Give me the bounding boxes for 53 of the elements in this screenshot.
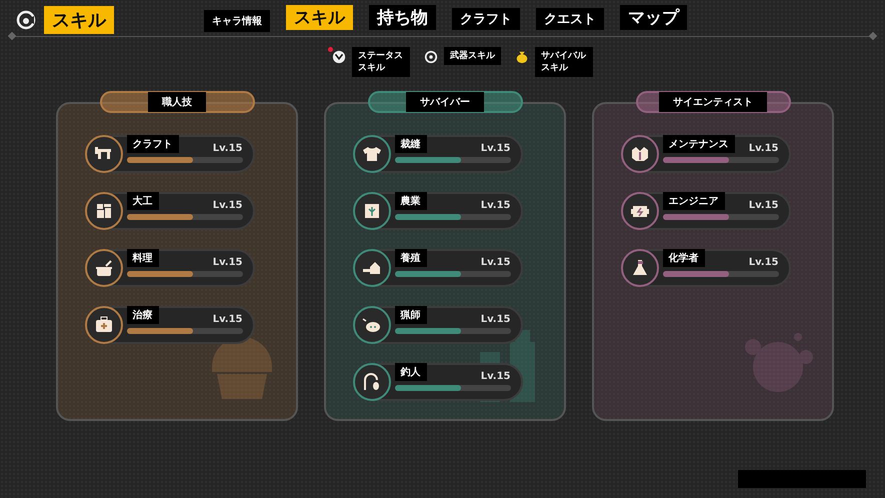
skill-level: Lv.15 [480, 371, 510, 382]
skill-badge[interactable] [84, 192, 122, 230]
skill-name: 治療 [126, 306, 158, 324]
category-title: サバイバー [406, 92, 484, 112]
skill-badge[interactable] [352, 135, 390, 174]
skill-level: Lv.15 [212, 143, 242, 154]
skill-badge[interactable] [84, 306, 122, 344]
skill-level: Lv.15 [748, 200, 778, 212]
skill-name: 裁縫 [394, 135, 426, 154]
nav-tab[interactable]: クラフト [452, 8, 520, 30]
skill-level: Lv.15 [748, 257, 778, 268]
skill-level: Lv.15 [212, 314, 242, 326]
skill-level: Lv.15 [480, 257, 510, 268]
emblem-icon [16, 10, 36, 30]
skill-badge[interactable] [352, 363, 390, 402]
nav-tab[interactable]: スキル [286, 5, 353, 30]
skill-level: Lv.15 [212, 257, 242, 268]
skill-badge[interactable] [84, 249, 122, 288]
skill-badge[interactable] [620, 249, 658, 288]
skill-badge[interactable] [620, 192, 658, 230]
skill-name: 養殖 [394, 249, 426, 268]
skill-level: Lv.15 [480, 200, 510, 212]
skill-name: 料理 [126, 249, 158, 268]
skill-level: Lv.15 [480, 143, 510, 154]
emblem-icon [332, 50, 346, 64]
nav-tab[interactable]: マップ [620, 5, 687, 30]
skill-name: 釣人 [394, 363, 426, 382]
sub-tab[interactable]: サバイバルスキル [535, 47, 593, 78]
category-title: サイエンティスト [659, 92, 767, 112]
skill-badge[interactable] [352, 192, 390, 230]
skill-level: Lv.15 [480, 314, 510, 326]
skill-name: 化学者 [662, 249, 704, 268]
skill-badge[interactable] [352, 306, 390, 344]
skill-badge[interactable] [352, 249, 390, 288]
pouch-icon [515, 50, 529, 64]
sub-tab[interactable]: 武器スキル [444, 47, 501, 66]
skill-name: 農業 [394, 192, 426, 210]
skill-badge[interactable] [620, 135, 658, 174]
skill-badge[interactable] [84, 135, 122, 174]
sub-tab[interactable]: ステータススキル [352, 47, 410, 78]
skill-name: エンジニア [662, 192, 724, 210]
skill-name: クラフト [126, 135, 178, 154]
nav-tab[interactable]: クエスト [536, 8, 604, 30]
skill-level: Lv.15 [748, 143, 778, 154]
skill-name: メンテナンス [662, 135, 734, 154]
skill-name: 大工 [126, 192, 158, 210]
target-icon [424, 50, 438, 64]
nav-tab[interactable]: 持ち物 [369, 5, 436, 30]
skill-level: Lv.15 [212, 200, 242, 212]
category-title: 職人技 [148, 92, 206, 112]
nav-tab[interactable]: キャラ情報 [204, 10, 270, 32]
page-title: スキル [44, 6, 114, 34]
skill-name: 猟師 [394, 306, 426, 324]
